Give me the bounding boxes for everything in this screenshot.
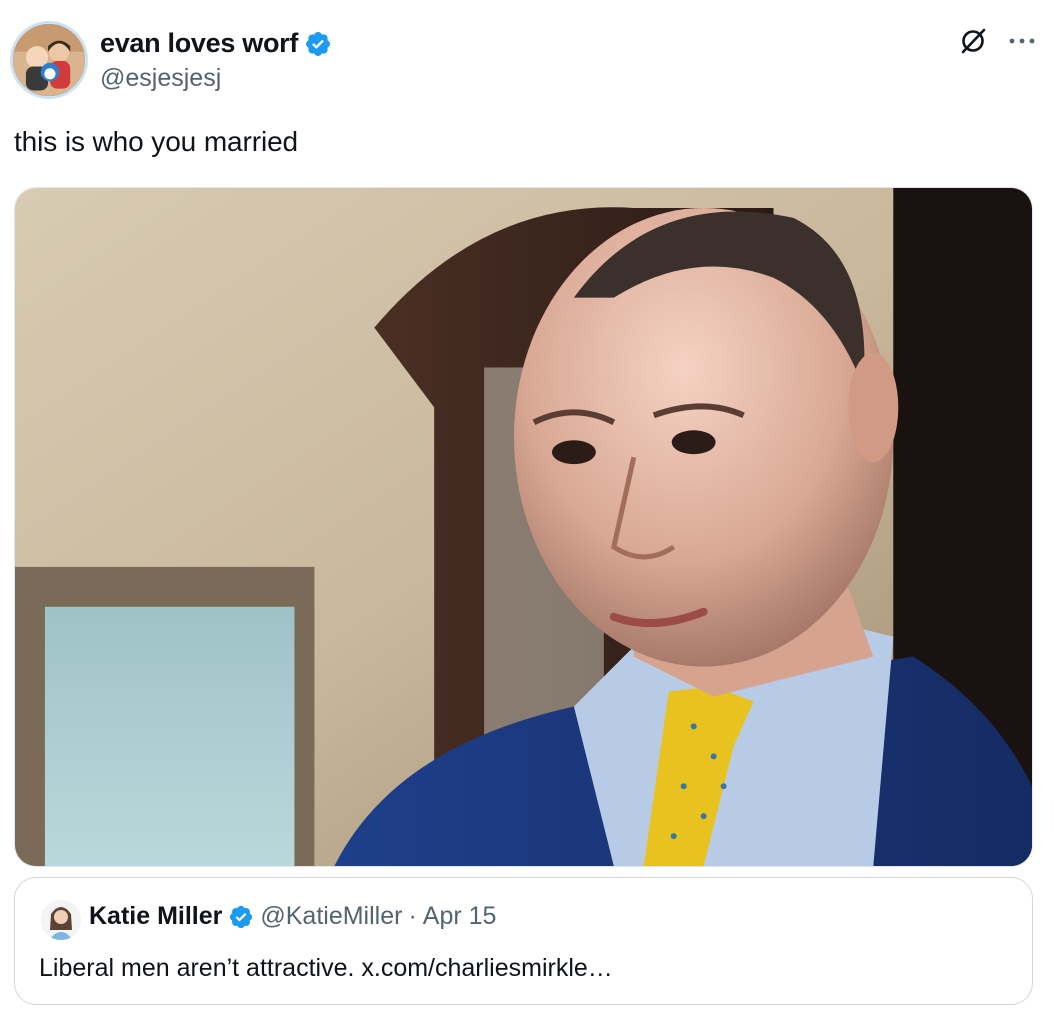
verified-badge-icon[interactable] (304, 30, 332, 58)
separator-dot: · (408, 902, 417, 930)
grok-icon[interactable] (958, 26, 988, 56)
quote-author-row: Katie Miller @KatieMiller · Apr 15 (89, 902, 496, 931)
author-display-name[interactable]: evan loves worf (100, 28, 298, 59)
quoted-tweet[interactable]: Katie Miller @KatieMiller · Apr 15 Liber… (14, 877, 1033, 1005)
tweet-actions-top (958, 26, 1036, 56)
verified-badge-icon (228, 904, 254, 930)
quote-date[interactable]: Apr 15 (423, 902, 497, 931)
author-handle[interactable]: @esjesjesj (100, 64, 221, 93)
quote-author-name[interactable]: Katie Miller (89, 902, 222, 931)
quote-author-handle[interactable]: @KatieMiller (260, 902, 402, 931)
tweet-media-photo[interactable] (14, 187, 1033, 867)
tweet-text: this is who you married (14, 126, 299, 157)
author-name-row: evan loves worf (100, 28, 332, 59)
quote-text: Liberal men aren’t attractive. x.com/cha… (39, 954, 613, 982)
tweet: evan loves worf @esjesjesj this is who y… (0, 0, 1054, 1020)
author-avatar[interactable] (10, 21, 88, 99)
quote-author-avatar[interactable] (41, 900, 81, 940)
more-options-icon[interactable] (1008, 36, 1036, 46)
